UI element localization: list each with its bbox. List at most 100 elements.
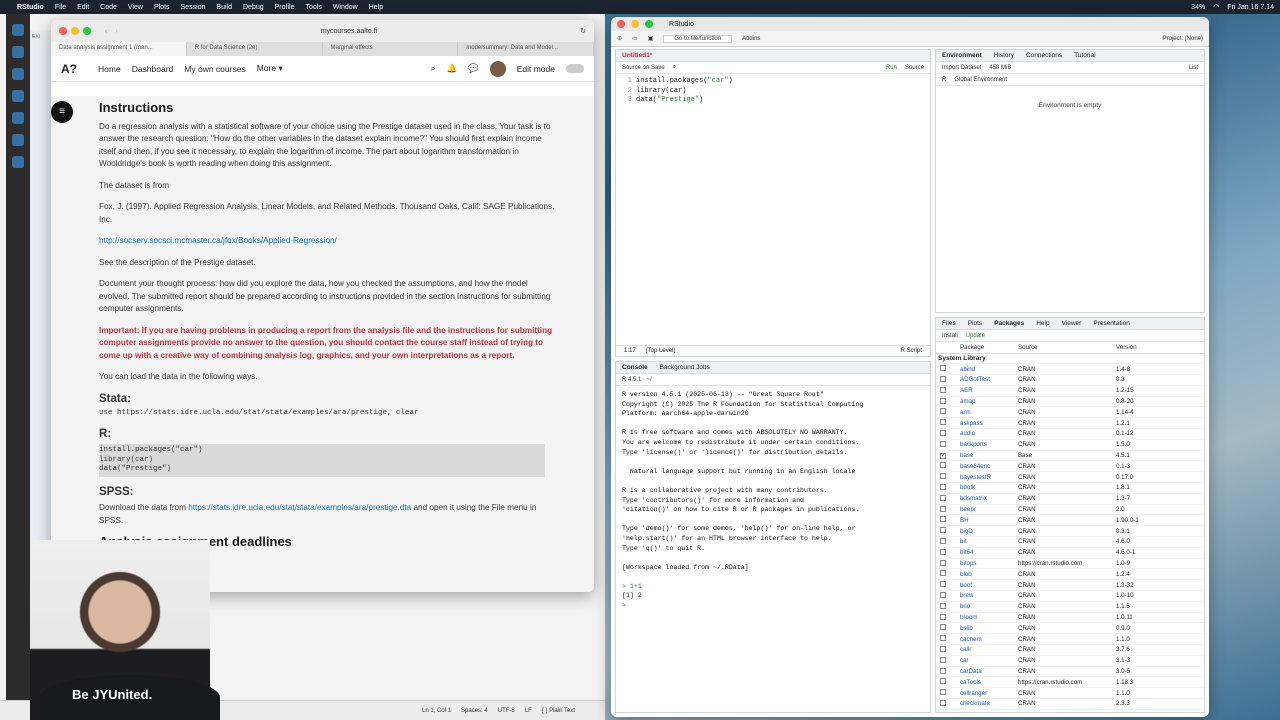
tab-background-jobs[interactable]: Background Jobs [660,364,710,371]
package-row[interactable]: bitops https://cran.rstudio.com 1.0-9 [936,558,1204,570]
package-row[interactable]: bbotk CRAN 1.8.1 [936,482,1204,494]
package-row[interactable]: audio CRAN 0.1-12 [936,428,1204,440]
menu-file[interactable]: File [55,4,66,11]
tab-assignment[interactable]: Data analysis assignment 1 (man... [51,42,187,56]
package-checkbox[interactable] [940,483,946,490]
install-button[interactable]: Install [942,333,958,339]
nav-home[interactable]: Home [98,64,121,74]
tab-marginal-effects[interactable]: Marginal effects [323,42,459,56]
tab-viewer[interactable]: Viewer [1062,320,1082,327]
menu-debug[interactable]: Debug [243,4,264,11]
package-checkbox[interactable] [940,678,946,685]
package-name[interactable]: cellranger [960,687,1018,699]
package-checkbox[interactable] [940,386,946,393]
package-checkbox[interactable] [940,505,946,512]
package-row[interactable]: caTools https://cran.rstudio.com 1.18.3 [936,676,1204,689]
language-select[interactable]: R [942,77,946,83]
link-fox-book[interactable]: http://socserv.socsci.mcmaster.ca/jfox/B… [99,236,337,245]
package-checkbox[interactable] [940,581,946,588]
package-checkbox[interactable] [940,689,946,696]
menu-help[interactable]: Help [369,4,383,11]
course-index-icon[interactable]: ≡ [51,101,73,123]
list-view-select[interactable]: List [1189,65,1198,71]
status-encoding[interactable]: UTF-8 [498,708,515,714]
tab-console[interactable]: Console [622,364,648,371]
package-name[interactable]: abind [960,363,1018,376]
avatar[interactable] [489,60,506,77]
package-name[interactable]: bbotk [960,482,1018,494]
addins-menu[interactable]: Addins [742,36,760,42]
package-checkbox[interactable] [940,537,946,544]
package-row[interactable]: ADGofTest CRAN 0.3 [936,374,1204,386]
package-name[interactable]: bigD [960,525,1018,538]
status-spaces[interactable]: Spaces: 4 [461,708,488,714]
package-name[interactable]: bdsmatrix [960,493,1018,505]
package-name[interactable]: arm [960,406,1018,419]
menu-session[interactable]: Session [181,4,206,11]
tab-connections[interactable]: Connections [1026,52,1062,59]
package-checkbox[interactable] [940,667,946,674]
package-row[interactable]: ✓ base Base 4.5.1 [936,450,1204,462]
menu-edit[interactable]: Edit [77,4,89,11]
package-row[interactable]: bigD CRAN 0.3.1 [936,525,1204,538]
column-version[interactable]: Version [1116,342,1204,354]
package-row[interactable]: backports CRAN 1.5.0 [936,439,1204,451]
minimize-window-icon[interactable] [71,27,79,35]
tab-presentation[interactable]: Presentation [1093,320,1130,327]
package-checkbox[interactable] [940,645,946,652]
package-name[interactable]: bit [960,536,1018,548]
package-name[interactable]: backports [960,439,1018,451]
package-name[interactable]: blob [960,568,1018,581]
project-menu[interactable]: Project: (None) [1163,36,1203,42]
forward-icon[interactable]: › [115,28,117,35]
search-icon[interactable]: ⌕ [673,64,676,71]
package-name[interactable]: brew [960,590,1018,602]
source-control-icon[interactable] [12,68,24,80]
package-checkbox[interactable] [940,397,946,404]
package-name[interactable]: beepr [960,504,1018,516]
package-row[interactable]: bdsmatrix CRAN 1.3-7 [936,493,1204,505]
package-row[interactable]: cellranger CRAN 1.1.0 [936,687,1204,699]
package-checkbox[interactable]: ✓ [940,453,946,460]
package-checkbox[interactable] [940,559,946,566]
package-name[interactable]: base64enc [960,460,1018,473]
column-source[interactable]: Source [1018,342,1116,354]
save-icon[interactable]: ▣ [648,35,654,42]
tab-help[interactable]: Help [1036,320,1049,327]
package-row[interactable]: brio CRAN 1.1.5 [936,601,1204,613]
package-checkbox[interactable] [940,624,946,631]
package-name[interactable]: callr [960,644,1018,656]
package-checkbox[interactable] [940,494,946,501]
source-button[interactable]: Source [905,65,924,71]
settings-icon[interactable] [12,156,24,168]
tab-untitled1[interactable]: Untitled1* [622,52,652,59]
package-name[interactable]: checkmate [960,698,1018,710]
package-name[interactable]: carData [960,666,1018,678]
console-output[interactable]: R version 4.5.1 (2025-06-13) -- "Great S… [616,386,930,615]
package-row[interactable]: beepr CRAN 2.0 [936,504,1204,516]
clock[interactable]: Fri Jan 16 7.14 [1227,4,1274,11]
package-row[interactable]: bayestestR CRAN 0.17.0 [936,471,1204,484]
open-file-icon[interactable]: ▭ [632,35,638,42]
package-checkbox[interactable] [940,635,946,642]
package-name[interactable]: brio [960,601,1018,613]
package-name[interactable]: broom [960,612,1018,624]
package-checkbox[interactable] [940,516,946,523]
status-eol[interactable]: LF [525,708,532,714]
new-file-icon[interactable]: ⊕ [617,35,622,42]
close-window-icon[interactable] [617,20,625,28]
minimize-window-icon[interactable] [631,20,639,28]
address-bar[interactable]: mycourses.aalto.fi [321,28,377,35]
tab-environment[interactable]: Environment [942,52,982,59]
package-row[interactable]: arm CRAN 1.14-4 [936,406,1204,419]
menu-profile[interactable]: Profile [275,4,295,11]
package-row[interactable]: BH CRAN 1.90.0-1 [936,514,1204,527]
package-name[interactable]: bitops [960,558,1018,570]
close-window-icon[interactable] [59,27,67,35]
tab-packages[interactable]: Packages [994,320,1024,327]
package-checkbox[interactable] [940,375,946,382]
package-row[interactable]: abind CRAN 1.4-8 [936,363,1204,376]
package-row[interactable]: bslib CRAN 0.9.0 [936,622,1204,635]
package-checkbox[interactable] [940,462,946,469]
menu-code[interactable]: Code [100,4,117,11]
